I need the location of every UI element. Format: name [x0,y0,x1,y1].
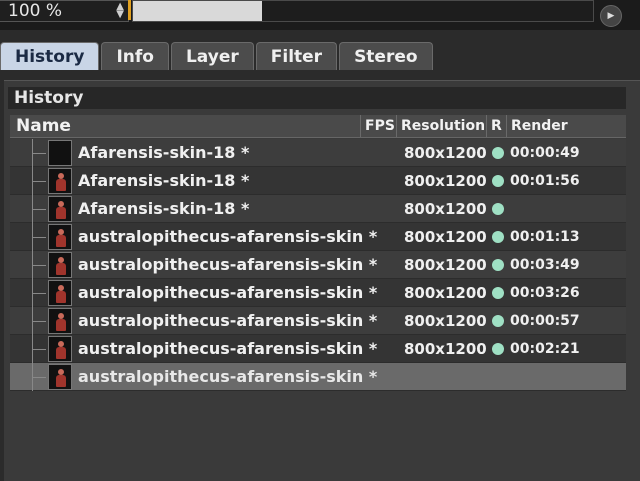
status-dot-icon [492,231,504,243]
tab-filter[interactable]: Filter [255,42,338,70]
render-progress-bar [132,0,594,22]
table-row[interactable]: australopithecus-afarensis-skin * 800x120… [10,307,626,335]
tab-bar: History Info Layer Filter Stereo [0,42,433,72]
table-row[interactable]: Afarensis-skin-18 * 800x1200 00:00:49 [10,139,626,167]
thumbnail-figure-body [56,347,66,359]
thumbnail-figure-body [56,263,66,275]
tab-info[interactable]: Info [101,42,169,70]
cell-resolution: 800x1200 [404,228,487,246]
character-thumbnail-icon [48,140,72,166]
timeline-marker[interactable] [128,0,131,20]
table-row[interactable]: australopithecus-afarensis-skin * 800x120… [10,335,626,363]
column-header-name[interactable]: Name [10,115,360,137]
character-thumbnail-icon [48,364,72,390]
character-thumbnail-icon [48,196,72,222]
tab-history[interactable]: History [0,42,100,70]
cell-name: australopithecus-afarensis-skin * [78,367,378,386]
cell-render-time: 00:01:56 [510,173,580,189]
tree-branch [32,377,46,378]
cell-name: australopithecus-afarensis-skin * [78,311,378,330]
table-row[interactable]: australopithecus-afarensis-skin * 800x120… [10,251,626,279]
cell-resolution: 800x1200 [404,340,487,358]
panel-title: History [8,87,626,109]
stepper-arrows-icon[interactable]: ▲ ▼ [116,2,124,20]
cell-name: australopithecus-afarensis-skin * [78,227,378,246]
cell-resolution: 800x1200 [404,312,487,330]
thumbnail-figure-body [56,319,66,331]
tree-branch [32,209,46,210]
zoom-value: 100 % [8,1,63,21]
tree-branch [32,153,46,154]
cell-name: australopithecus-afarensis-skin * [78,283,378,302]
thumbnail-figure-body [56,291,66,303]
cell-name: Afarensis-skin-18 * [78,171,250,190]
top-toolbar: 100 % ▲ ▼ ▶ [0,0,640,30]
column-header-resolution[interactable]: Resolution [396,115,486,137]
character-thumbnail-icon [48,336,72,362]
cell-resolution: 800x1200 [404,172,487,190]
character-thumbnail-icon [48,308,72,334]
render-progress-fill [133,1,262,21]
cell-resolution: 800x1200 [404,144,487,162]
thumbnail-figure-body [56,207,66,219]
cell-render-time: 00:01:13 [510,229,580,245]
table-row[interactable]: australopithecus-afarensis-skin * [10,363,626,391]
tree-branch [32,321,46,322]
cell-render-time: 00:00:57 [510,313,580,329]
cell-resolution: 800x1200 [404,200,487,218]
cell-render-time: 00:03:49 [510,257,580,273]
cell-render-time: 00:03:26 [510,285,580,301]
table-header: Name FPS Resolution R Render Time [10,115,626,156]
table-row[interactable]: australopithecus-afarensis-skin * 800x120… [10,279,626,307]
thumbnail-figure-body [56,179,66,191]
status-dot-icon [492,147,504,159]
tab-stereo[interactable]: Stereo [339,42,433,70]
cell-name: Afarensis-skin-18 * [78,199,250,218]
character-thumbnail-icon [48,280,72,306]
history-panel: History Name FPS Resolution R Render Tim… [4,80,640,481]
tree-branch [32,265,46,266]
cell-render-time: 00:00:49 [510,145,580,161]
cell-name: Afarensis-skin-18 * [78,143,250,162]
status-dot-icon [492,259,504,271]
thumbnail-figure-body [56,375,66,387]
cell-resolution: 800x1200 [404,256,487,274]
history-table: Name FPS Resolution R Render Time Afaren… [10,115,626,481]
tree-branch [32,293,46,294]
zoom-input[interactable]: 100 % ▲ ▼ [0,0,129,22]
stepper-down-icon[interactable]: ▼ [116,9,124,20]
status-dot-icon [492,203,504,215]
tab-layer[interactable]: Layer [170,42,254,70]
tree-branch [32,349,46,350]
column-header-render-time[interactable]: Render Time [506,115,594,156]
status-dot-icon [492,343,504,355]
character-thumbnail-icon [48,224,72,250]
tree-branch [32,237,46,238]
play-button[interactable]: ▶ [600,5,622,27]
status-dot-icon [492,287,504,299]
thumbnail-figure-body [56,235,66,247]
character-thumbnail-icon [48,252,72,278]
status-dot-icon [492,175,504,187]
tree-branch [32,181,46,182]
cell-render-time: 00:02:21 [510,341,580,357]
table-row[interactable]: Afarensis-skin-18 * 800x1200 [10,195,626,223]
status-dot-icon [492,315,504,327]
cell-resolution: 800x1200 [404,284,487,302]
character-thumbnail-icon [48,168,72,194]
cell-name: australopithecus-afarensis-skin * [78,255,378,274]
table-row[interactable]: australopithecus-afarensis-skin * 800x120… [10,223,626,251]
cell-name: australopithecus-afarensis-skin * [78,339,378,358]
column-header-fps[interactable]: FPS [360,115,396,137]
play-icon: ▶ [607,11,615,21]
column-header-r[interactable]: R [486,115,506,137]
table-row[interactable]: Afarensis-skin-18 * 800x1200 00:01:56 [10,167,626,195]
